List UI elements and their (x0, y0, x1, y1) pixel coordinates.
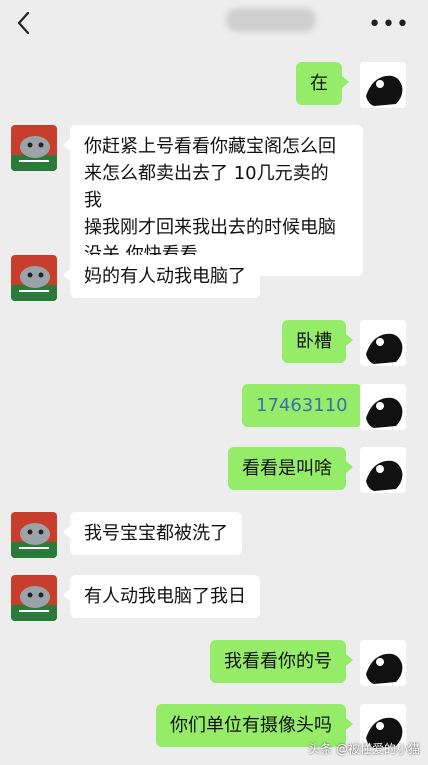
message-line: 来怎么都卖出去了 10几元卖的 我 (84, 163, 329, 211)
more-options-icon[interactable]: ••• (368, 12, 410, 37)
message-text: 你们单位有摄像头吗 (170, 715, 332, 736)
message-bubble-sent[interactable]: 17463110 (242, 384, 369, 427)
message-bubble-sent[interactable]: 卧槽 (282, 320, 353, 363)
back-chevron-icon[interactable] (14, 11, 36, 35)
message-bubble-sent[interactable]: 我看看你的号 (210, 640, 353, 683)
message-bubble-received[interactable]: 有人动我电脑了我日 (63, 575, 260, 618)
self-avatar[interactable] (360, 384, 406, 430)
self-avatar[interactable] (360, 447, 406, 493)
blurred-contact-name (226, 8, 316, 32)
message-text[interactable]: 17463110 (256, 395, 348, 416)
friend-avatar[interactable] (11, 575, 57, 621)
friend-avatar[interactable] (11, 512, 57, 558)
self-avatar[interactable] (360, 640, 406, 686)
message-bubble-received[interactable]: 妈的有人动我电脑了 (63, 255, 260, 298)
message-text: 有人动我电脑了我日 (84, 586, 246, 607)
message-text: 在 (310, 73, 328, 94)
self-avatar[interactable] (360, 62, 406, 108)
message-text: 妈的有人动我电脑了 (84, 266, 246, 287)
message-text: 看看是叫啥 (242, 458, 332, 479)
friend-avatar[interactable] (11, 125, 57, 171)
watermark-text: 头条 @被懂爱的小猫 (308, 742, 420, 756)
message-bubble-sent[interactable]: 看看是叫啥 (228, 447, 353, 490)
message-line: 操我刚才回来我出去的时候电脑 (84, 217, 336, 238)
message-bubble-received[interactable]: 你赶紧上号看看你藏宝阁怎么回 来怎么都卖出去了 10几元卖的 我 操我刚才回来我… (63, 125, 363, 276)
top-bar: ••• (0, 0, 428, 46)
message-text: 我看看你的号 (224, 651, 332, 672)
self-avatar[interactable] (360, 320, 406, 366)
message-line: 你赶紧上号看看你藏宝阁怎么回 (84, 136, 336, 157)
message-bubble-sent[interactable]: 在 (296, 62, 349, 105)
friend-avatar[interactable] (11, 255, 57, 301)
message-bubble-received[interactable]: 我号宝宝都被洗了 (63, 512, 242, 555)
message-text: 我号宝宝都被洗了 (84, 523, 228, 544)
message-text: 卧槽 (296, 331, 332, 352)
